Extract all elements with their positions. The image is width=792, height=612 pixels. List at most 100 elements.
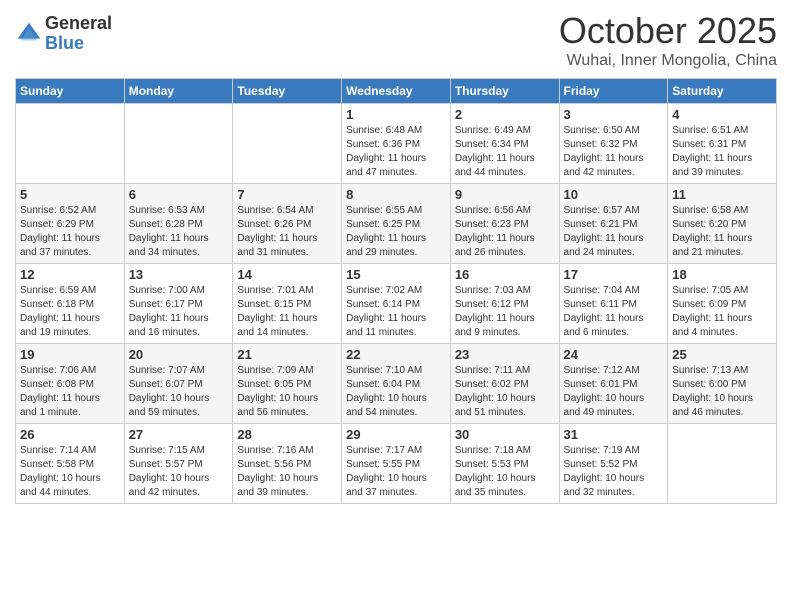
- day-info: Sunrise: 7:12 AM Sunset: 6:01 PM Dayligh…: [564, 364, 664, 420]
- calendar-cell: 8 Sunrise: 6:55 AM Sunset: 6:25 PM Daylig…: [342, 184, 451, 264]
- day-number: 5: [20, 187, 120, 202]
- calendar-cell: 16 Sunrise: 7:03 AM Sunset: 6:12 PM Dayli…: [450, 264, 559, 344]
- day-info: Sunrise: 6:51 AM Sunset: 6:31 PM Dayligh…: [672, 124, 772, 180]
- day-number: 2: [455, 107, 555, 122]
- day-info: Sunrise: 7:00 AM Sunset: 6:17 PM Dayligh…: [129, 284, 229, 340]
- calendar-cell: 25Sunrise: 7:13 AM Sunset: 6:00 PM Dayli…: [668, 344, 777, 424]
- calendar-cell: 13 Sunrise: 7:00 AM Sunset: 6:17 PM Dayli…: [124, 264, 233, 344]
- calendar-cell: 21 Sunrise: 7:09 AM Sunset: 6:05 PM Dayli…: [233, 344, 342, 424]
- calendar-cell: 6Sunrise: 6:53 AM Sunset: 6:28 PM Daylig…: [124, 184, 233, 264]
- day-number: 30: [455, 427, 555, 442]
- day-info: Sunrise: 6:53 AM Sunset: 6:28 PM Dayligh…: [129, 204, 229, 260]
- calendar-cell: 18Sunrise: 7:05 AM Sunset: 6:09 PM Dayli…: [668, 264, 777, 344]
- day-info: Sunrise: 6:58 AM Sunset: 6:20 PM Dayligh…: [672, 204, 772, 260]
- calendar-cell: [668, 424, 777, 504]
- col-saturday: Saturday: [668, 79, 777, 104]
- calendar-header-row: Sunday Monday Tuesday Wednesday Thursday…: [16, 79, 777, 104]
- calendar-cell: 11 Sunrise: 6:58 AM Sunset: 6:20 PM Dayli…: [668, 184, 777, 264]
- calendar-cell: 14 Sunrise: 7:01 AM Sunset: 6:15 PM Dayli…: [233, 264, 342, 344]
- day-info: Sunrise: 7:01 AM Sunset: 6:15 PM Dayligh…: [237, 284, 337, 340]
- col-sunday: Sunday: [16, 79, 125, 104]
- day-info: Sunrise: 6:54 AM Sunset: 6:26 PM Dayligh…: [237, 204, 337, 260]
- day-info: Sunrise: 6:56 AM Sunset: 6:23 PM Dayligh…: [455, 204, 555, 260]
- day-number: 29: [346, 427, 446, 442]
- day-info: Sunrise: 7:09 AM Sunset: 6:05 PM Dayligh…: [237, 364, 337, 420]
- logo-icon: [15, 20, 43, 48]
- logo: General Blue: [15, 14, 112, 54]
- calendar-cell: 27Sunrise: 7:15 AM Sunset: 5:57 PM Dayli…: [124, 424, 233, 504]
- day-number: 21: [237, 347, 337, 362]
- calendar-cell: 2 Sunrise: 6:49 AM Sunset: 6:34 PM Daylig…: [450, 104, 559, 184]
- logo-general-text: General: [45, 14, 112, 34]
- day-info: Sunrise: 7:10 AM Sunset: 6:04 PM Dayligh…: [346, 364, 446, 420]
- calendar-cell: 29 Sunrise: 7:17 AM Sunset: 5:55 PM Dayli…: [342, 424, 451, 504]
- day-info: Sunrise: 6:50 AM Sunset: 6:32 PM Dayligh…: [564, 124, 664, 180]
- day-number: 16: [455, 267, 555, 282]
- day-number: 14: [237, 267, 337, 282]
- calendar-week-row: 19 Sunrise: 7:06 AM Sunset: 6:08 PM Dayli…: [16, 344, 777, 424]
- logo-blue-text: Blue: [45, 34, 112, 54]
- calendar-cell: 31 Sunrise: 7:19 AM Sunset: 5:52 PM Dayli…: [559, 424, 668, 504]
- calendar-cell: 10 Sunrise: 6:57 AM Sunset: 6:21 PM Dayli…: [559, 184, 668, 264]
- page-header: General Blue October 2025 Wuhai, Inner M…: [15, 10, 777, 70]
- calendar-cell: 17 Sunrise: 7:04 AM Sunset: 6:11 PM Dayli…: [559, 264, 668, 344]
- day-number: 10: [564, 187, 664, 202]
- day-number: 23: [455, 347, 555, 362]
- day-info: Sunrise: 6:55 AM Sunset: 6:25 PM Dayligh…: [346, 204, 446, 260]
- calendar-cell: 4 Sunrise: 6:51 AM Sunset: 6:31 PM Daylig…: [668, 104, 777, 184]
- col-wednesday: Wednesday: [342, 79, 451, 104]
- page-container: General Blue October 2025 Wuhai, Inner M…: [0, 0, 792, 514]
- col-friday: Friday: [559, 79, 668, 104]
- day-info: Sunrise: 7:15 AM Sunset: 5:57 PM Dayligh…: [129, 444, 229, 500]
- calendar-week-row: 12Sunrise: 6:59 AM Sunset: 6:18 PM Dayli…: [16, 264, 777, 344]
- day-info: Sunrise: 7:03 AM Sunset: 6:12 PM Dayligh…: [455, 284, 555, 340]
- calendar-cell: 12Sunrise: 6:59 AM Sunset: 6:18 PM Dayli…: [16, 264, 125, 344]
- calendar-cell: 3Sunrise: 6:50 AM Sunset: 6:32 PM Daylig…: [559, 104, 668, 184]
- day-number: 24: [564, 347, 664, 362]
- month-title: October 2025: [559, 10, 777, 52]
- day-info: Sunrise: 7:13 AM Sunset: 6:00 PM Dayligh…: [672, 364, 772, 420]
- calendar-cell: [233, 104, 342, 184]
- day-info: Sunrise: 7:06 AM Sunset: 6:08 PM Dayligh…: [20, 364, 120, 420]
- calendar-cell: 24 Sunrise: 7:12 AM Sunset: 6:01 PM Dayli…: [559, 344, 668, 424]
- day-number: 1: [346, 107, 446, 122]
- calendar-cell: 22Sunrise: 7:10 AM Sunset: 6:04 PM Dayli…: [342, 344, 451, 424]
- day-number: 8: [346, 187, 446, 202]
- day-number: 18: [672, 267, 772, 282]
- day-info: Sunrise: 6:49 AM Sunset: 6:34 PM Dayligh…: [455, 124, 555, 180]
- calendar-cell: 5 Sunrise: 6:52 AM Sunset: 6:29 PM Daylig…: [16, 184, 125, 264]
- day-number: 13: [129, 267, 229, 282]
- day-info: Sunrise: 7:07 AM Sunset: 6:07 PM Dayligh…: [129, 364, 229, 420]
- day-info: Sunrise: 7:18 AM Sunset: 5:53 PM Dayligh…: [455, 444, 555, 500]
- day-info: Sunrise: 6:48 AM Sunset: 6:36 PM Dayligh…: [346, 124, 446, 180]
- day-info: Sunrise: 7:02 AM Sunset: 6:14 PM Dayligh…: [346, 284, 446, 340]
- calendar-cell: 28Sunrise: 7:16 AM Sunset: 5:56 PM Dayli…: [233, 424, 342, 504]
- calendar-cell: 15 Sunrise: 7:02 AM Sunset: 6:14 PM Dayli…: [342, 264, 451, 344]
- day-number: 26: [20, 427, 120, 442]
- day-number: 4: [672, 107, 772, 122]
- day-info: Sunrise: 7:16 AM Sunset: 5:56 PM Dayligh…: [237, 444, 337, 500]
- day-info: Sunrise: 7:04 AM Sunset: 6:11 PM Dayligh…: [564, 284, 664, 340]
- location-subtitle: Wuhai, Inner Mongolia, China: [559, 52, 777, 70]
- day-number: 17: [564, 267, 664, 282]
- day-info: Sunrise: 6:52 AM Sunset: 6:29 PM Dayligh…: [20, 204, 120, 260]
- calendar-week-row: 5 Sunrise: 6:52 AM Sunset: 6:29 PM Daylig…: [16, 184, 777, 264]
- calendar-week-row: 26 Sunrise: 7:14 AM Sunset: 5:58 PM Dayli…: [16, 424, 777, 504]
- day-info: Sunrise: 6:57 AM Sunset: 6:21 PM Dayligh…: [564, 204, 664, 260]
- day-number: 31: [564, 427, 664, 442]
- day-number: 20: [129, 347, 229, 362]
- calendar-cell: 9Sunrise: 6:56 AM Sunset: 6:23 PM Daylig…: [450, 184, 559, 264]
- calendar-cell: 7 Sunrise: 6:54 AM Sunset: 6:26 PM Daylig…: [233, 184, 342, 264]
- day-number: 15: [346, 267, 446, 282]
- calendar-cell: 26 Sunrise: 7:14 AM Sunset: 5:58 PM Dayli…: [16, 424, 125, 504]
- day-number: 19: [20, 347, 120, 362]
- day-info: Sunrise: 7:19 AM Sunset: 5:52 PM Dayligh…: [564, 444, 664, 500]
- calendar-cell: [124, 104, 233, 184]
- day-info: Sunrise: 7:11 AM Sunset: 6:02 PM Dayligh…: [455, 364, 555, 420]
- day-info: Sunrise: 7:17 AM Sunset: 5:55 PM Dayligh…: [346, 444, 446, 500]
- day-number: 7: [237, 187, 337, 202]
- day-info: Sunrise: 7:14 AM Sunset: 5:58 PM Dayligh…: [20, 444, 120, 500]
- calendar-cell: 30 Sunrise: 7:18 AM Sunset: 5:53 PM Dayli…: [450, 424, 559, 504]
- calendar-cell: 20 Sunrise: 7:07 AM Sunset: 6:07 PM Dayli…: [124, 344, 233, 424]
- day-number: 11: [672, 187, 772, 202]
